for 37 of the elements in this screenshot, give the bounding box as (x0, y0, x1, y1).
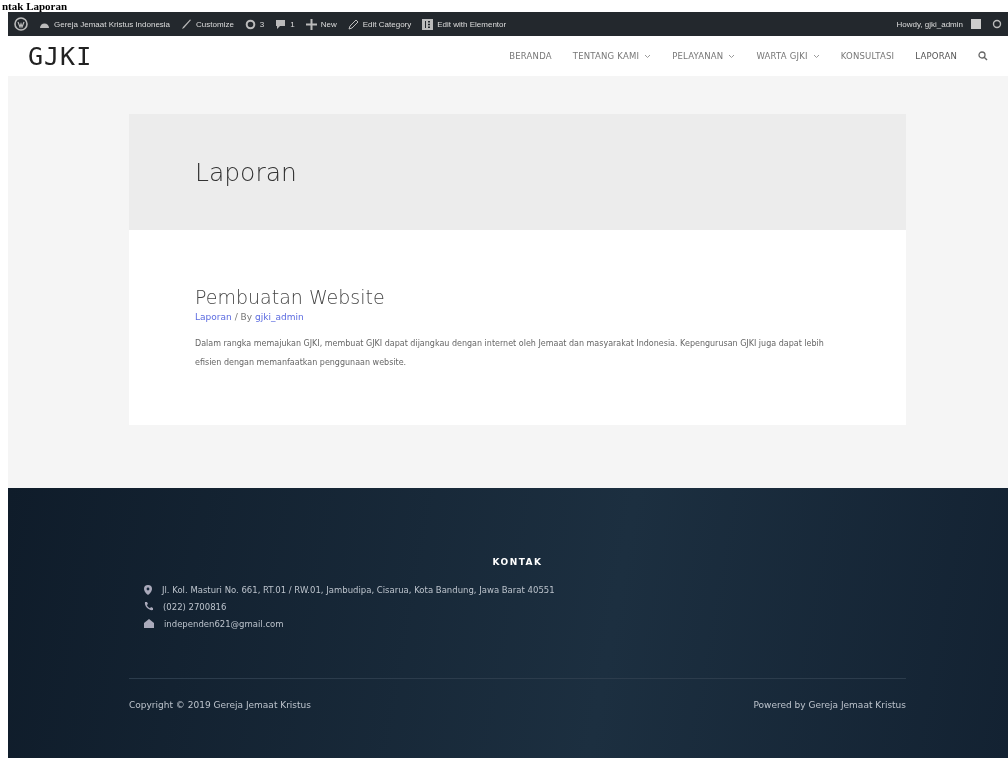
edit-link[interactable]: Edit Category (347, 18, 412, 30)
byline-text: / By (234, 312, 253, 322)
elementor-logo-icon (422, 18, 434, 30)
map-pin-icon (144, 584, 152, 595)
updates-link[interactable]: 3 (244, 18, 265, 30)
user-greeting-link[interactable]: Howdy, gjki_admin (896, 19, 981, 29)
contact-text: independen621@gmail.com (164, 618, 284, 629)
page-caption: ntak Laporan (1, 0, 68, 12)
site-name-link[interactable]: Gereja Jemaat Kristus Indonesia (39, 19, 171, 29)
contact-text: Jl. Kol. Masturi No. 661, RT.01 / RW.01, Jambudipa, Cisarua, Kota Bandung, Jawa Barat 40551 (162, 584, 555, 595)
post-title[interactable]: Pembuatan Website (195, 286, 840, 308)
nav-menu-item[interactable]: KONSULTASI (840, 51, 895, 61)
nav-menu-item[interactable]: PELAYANAN (672, 51, 736, 61)
nav-menu-item[interactable]: TENTANG KAMI (572, 51, 652, 61)
wordpress-logo-icon[interactable] (14, 17, 28, 31)
site-logo[interactable]: GJKI (28, 41, 93, 71)
elementor-link[interactable]: Edit with Elementor (422, 18, 507, 30)
post-excerpt: Dalam rangka memajukan GJKI, membuat GJKI dapat dijangkau dengan internet oleh Jemaat dan masyarakat Indonesia. Kepengurusan GJKI juga dapat lebih efisien dengan memanfaatkan penggunaan website. (195, 338, 825, 369)
author-link[interactable]: gjki_admin (255, 312, 304, 322)
refresh-icon (244, 18, 256, 30)
nav-menu-item[interactable]: LAPORAN (915, 51, 957, 61)
copyright-text: Copyright © 2019 Gereja Jemaat Kristus (129, 700, 311, 710)
customize-link[interactable]: Customize (181, 18, 234, 30)
category-link[interactable]: Laporan (195, 312, 232, 322)
comments-link[interactable]: 1 (275, 18, 295, 30)
new-link[interactable]: New (305, 18, 337, 30)
powered-by-text: Powered by Gereja Jemaat Kristus (753, 700, 906, 710)
nav-menu-item[interactable]: WARTA GJKI (756, 51, 820, 61)
footer-heading: KONTAK (491, 557, 544, 567)
nav-menu-item[interactable]: BERANDA (509, 51, 552, 61)
comment-icon (275, 18, 287, 30)
phone-icon (144, 602, 153, 611)
pencil-icon (347, 18, 359, 30)
brush-icon (181, 18, 193, 30)
plus-icon (305, 18, 317, 30)
contact-text: (022) 2700816 (163, 601, 227, 612)
page-title: Laporan (195, 157, 297, 187)
